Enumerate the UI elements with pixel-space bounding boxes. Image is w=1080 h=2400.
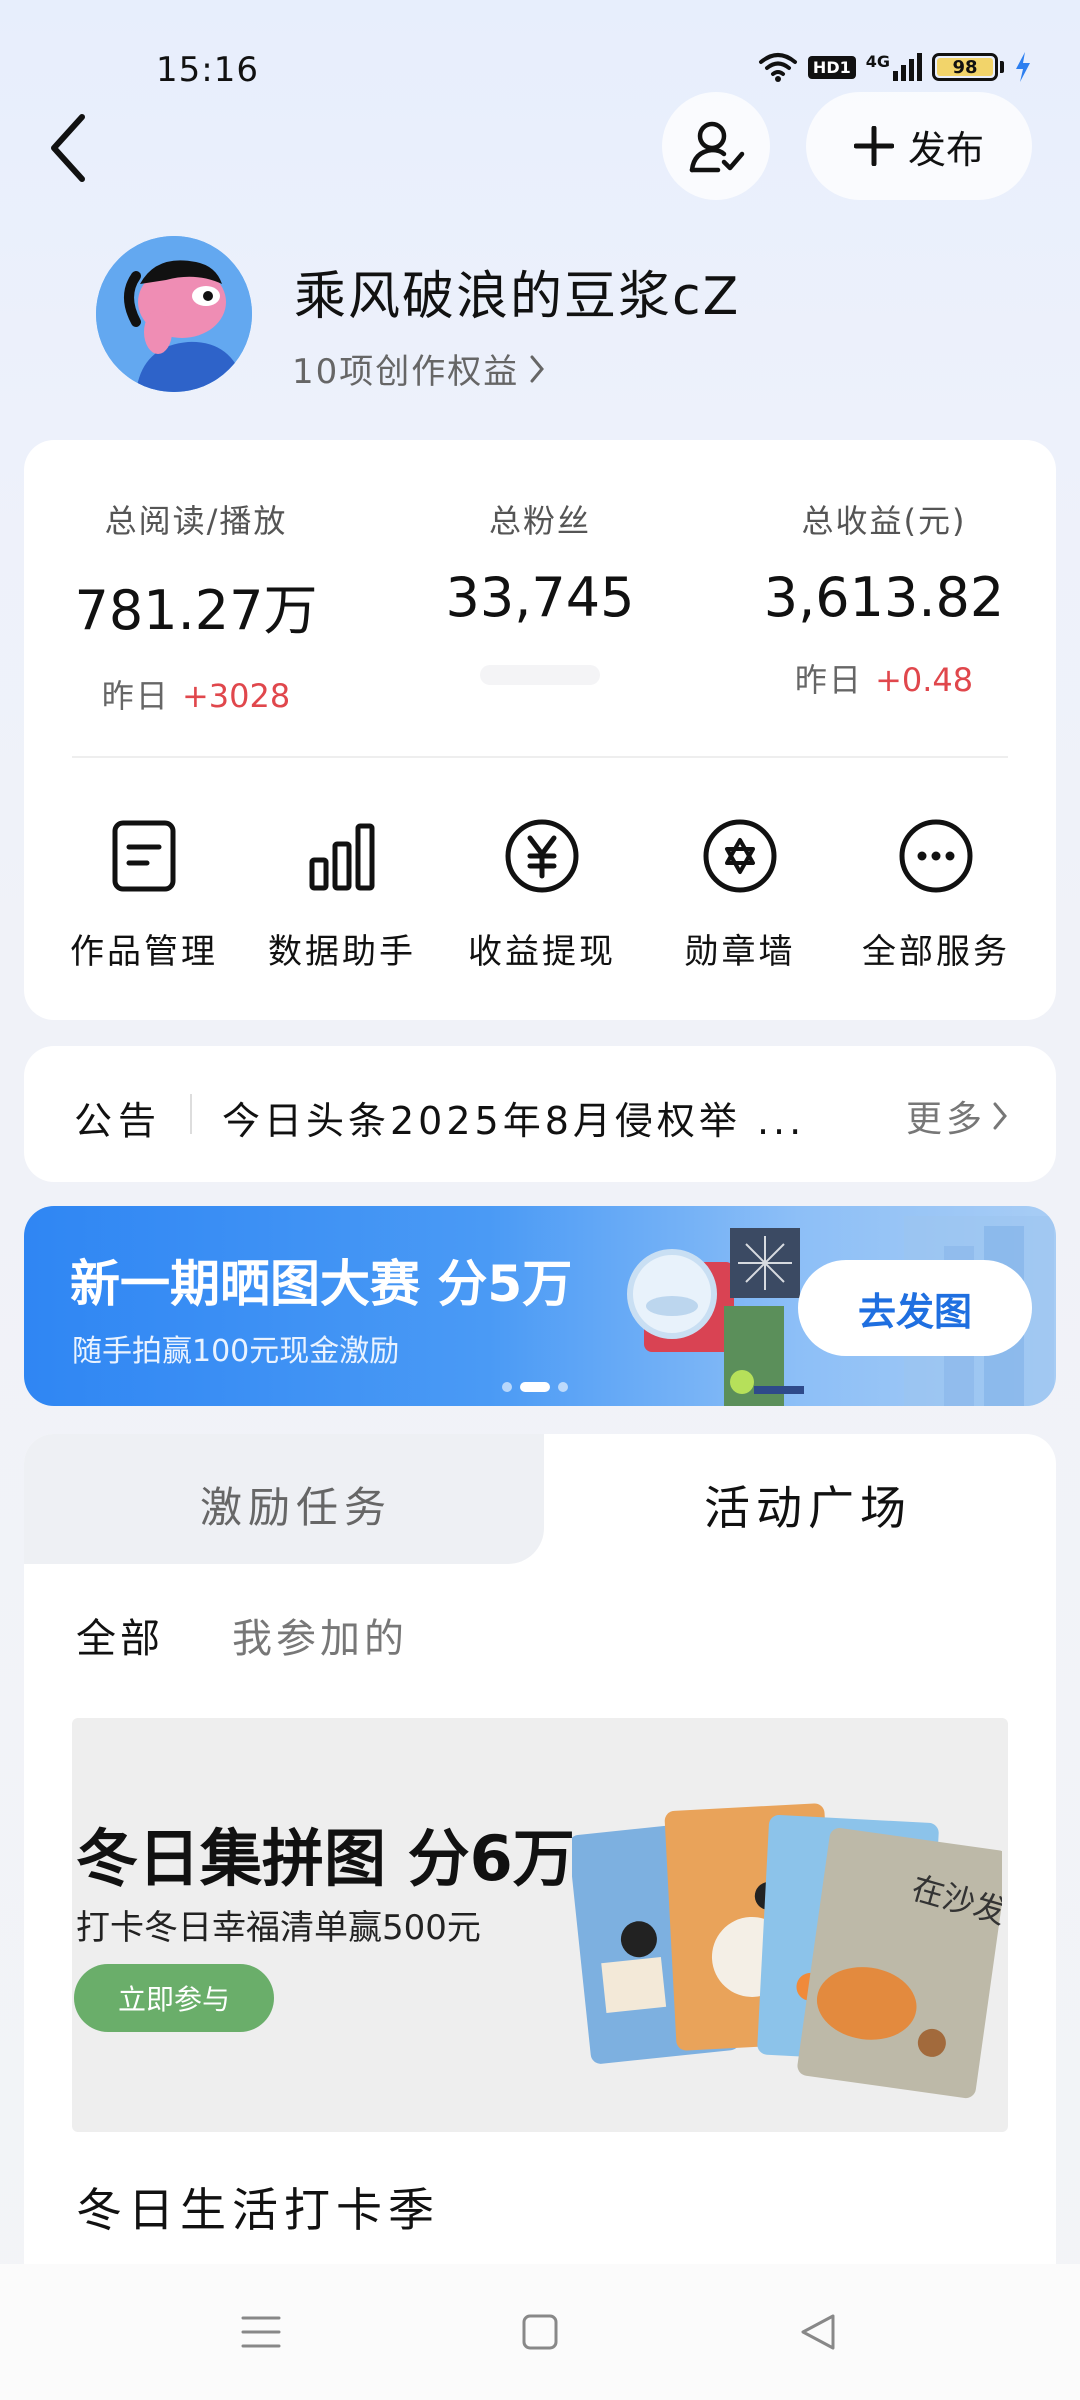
follow-user-button[interactable] <box>662 92 770 200</box>
back-arrow-icon <box>51 114 85 182</box>
stat-delta: 昨日 +3028 <box>24 671 368 715</box>
network-label: 4G <box>865 52 890 71</box>
join-now-button[interactable]: 立即参与 <box>74 1964 274 2032</box>
banner-cta-button[interactable]: 去发图 <box>798 1260 1032 1356</box>
service-all-services[interactable]: 全部服务 <box>836 806 1036 973</box>
publish-button[interactable]: 发布 <box>806 92 1032 200</box>
stat-total-earnings[interactable]: 总收益(元) 3,613.82 昨日 +0.48 <box>712 496 1056 699</box>
menu-icon <box>241 2316 281 2348</box>
bar-chart-icon <box>309 823 375 891</box>
announcement-text[interactable]: 今日头条2025年8月侵权举 ... <box>222 1090 862 1145</box>
back-button[interactable] <box>48 108 104 188</box>
carousel-dot-active <box>520 1382 550 1392</box>
service-label: 勋章墙 <box>684 932 796 972</box>
service-label: 作品管理 <box>70 932 218 972</box>
creator-rights-link[interactable]: 10项创作权益 <box>292 344 545 393</box>
publish-label: 发布 <box>907 127 984 172</box>
service-data-assistant[interactable]: 数据助手 <box>242 806 442 973</box>
carousel-dot <box>558 1382 568 1392</box>
plus-icon <box>853 126 894 166</box>
wifi-icon <box>758 53 797 82</box>
postcards-illustration: 在沙发小憩 <box>572 1803 1002 2099</box>
document-icon <box>112 820 176 892</box>
stat-label: 总粉丝 <box>488 502 591 540</box>
tab-incentive-tasks[interactable]: 激励任务 <box>24 1434 544 1564</box>
battery-level: 98 <box>952 56 978 78</box>
announcement-bar[interactable]: 公告 今日头条2025年8月侵权举 ... 更多 <box>24 1046 1056 1182</box>
stat-delta-prefix: 昨日 <box>101 677 170 715</box>
announcement-more-link[interactable]: 更多 <box>906 1090 1008 1142</box>
service-label: 收益提现 <box>468 932 616 972</box>
divider <box>190 1094 192 1134</box>
stat-delta-value: +0.48 <box>875 661 974 699</box>
stat-total-fans[interactable]: 总粉丝 33,745 <box>368 496 712 695</box>
stat-value: 3,613.82 <box>763 566 1005 629</box>
battery-icon: 98 <box>932 53 998 81</box>
banner-title: 新一期晒图大赛 分5万 <box>70 1255 573 1313</box>
stats-card: 总阅读/播放 781.27万 昨日 +3028 总粉丝 33,745 总收益(元… <box>24 440 1056 1020</box>
home-square-icon <box>522 2314 558 2350</box>
activity-banner-title: 冬日集拼图 分6万 <box>76 1822 575 1895</box>
user-check-icon <box>689 121 745 173</box>
stat-delta-prefix: 昨日 <box>794 661 863 699</box>
chevron-right-icon <box>530 355 545 382</box>
subtab-joined[interactable]: 我参加的 <box>232 1606 408 1664</box>
tab-activity-plaza[interactable]: 活动广场 <box>704 1472 912 1538</box>
subtab-all[interactable]: 全部 <box>76 1606 164 1664</box>
hd-badge: HD1 <box>807 55 856 79</box>
chevron-right-icon <box>993 1102 1007 1130</box>
stat-delta: 昨日 +0.48 <box>712 655 1056 699</box>
creator-rights-label: 10项创作权益 <box>292 352 520 392</box>
medal-icon <box>703 819 777 893</box>
stat-total-reads[interactable]: 总阅读/播放 781.27万 昨日 +3028 <box>24 496 368 715</box>
stat-label: 总阅读/播放 <box>104 502 288 540</box>
more-label: 更多 <box>905 1099 986 1140</box>
carousel-dot <box>502 1382 512 1392</box>
signal-icon: 4G <box>865 52 922 81</box>
more-icon <box>899 819 973 893</box>
service-medal-wall[interactable]: 勋章墙 <box>640 806 840 973</box>
system-navigation-bar <box>0 2264 1080 2400</box>
stat-label: 总收益(元) <box>801 502 967 540</box>
service-withdraw-earnings[interactable]: 收益提现 <box>442 806 642 973</box>
charging-icon <box>1016 52 1030 82</box>
avatar[interactable] <box>96 236 252 392</box>
avatar-image <box>96 236 252 392</box>
service-works-management[interactable]: 作品管理 <box>44 806 244 973</box>
username: 乘风破浪的豆浆cZ <box>294 267 741 327</box>
home-button[interactable] <box>399 2264 680 2400</box>
status-time: 15:16 <box>156 50 259 90</box>
stat-delta-hidden <box>368 655 712 695</box>
tab-label: 激励任务 <box>200 1483 393 1532</box>
divider <box>72 756 1008 758</box>
activity-banner-subtitle: 打卡冬日幸福清单赢500元 <box>76 1908 481 1948</box>
stat-delta-value: +3028 <box>181 677 291 715</box>
carousel-indicator <box>502 1382 568 1392</box>
yuan-icon <box>505 819 579 893</box>
system-back-button[interactable] <box>681 2264 1080 2400</box>
triangle-back-icon <box>801 2314 835 2350</box>
activity-section-title: 冬日生活打卡季 <box>76 2183 440 2237</box>
banner-subtitle: 随手拍赢100元现金激励 <box>72 1334 400 1369</box>
stat-value: 33,745 <box>445 566 635 629</box>
service-label: 全部服务 <box>862 932 1010 972</box>
recents-button[interactable] <box>0 2264 399 2400</box>
activity-section: 激励任务 活动广场 全部 我参加的 冬日集拼图 分6万 打卡冬日幸福清单赢500… <box>24 1434 1056 2400</box>
service-label: 数据助手 <box>268 932 416 972</box>
stat-value: 781.27万 <box>74 579 318 642</box>
announcement-label: 公告 <box>74 1099 163 1143</box>
status-icons: HD1 4G 98 <box>758 52 1032 82</box>
activity-banner[interactable]: 冬日集拼图 分6万 打卡冬日幸福清单赢500元 立即参与 在沙发小憩 <box>72 1718 1008 2132</box>
promo-banner[interactable]: 新一期晒图大赛 分5万 随手拍赢100元现金激励 去发图 <box>24 1206 1056 1406</box>
